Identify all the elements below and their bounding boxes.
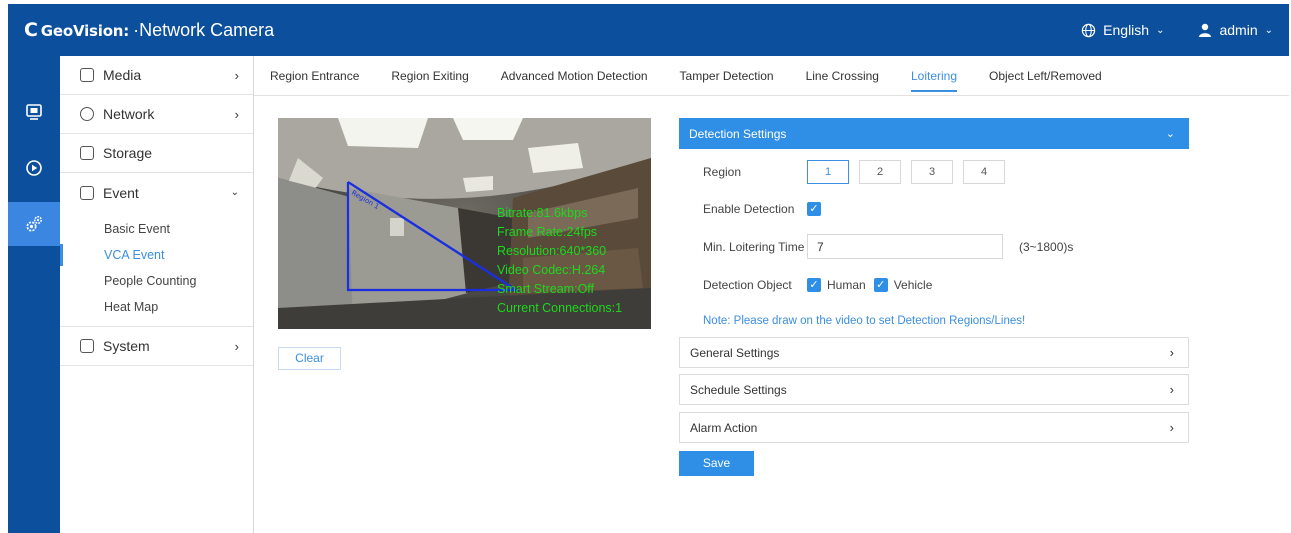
playback-icon xyxy=(26,160,42,176)
chevron-right-icon: › xyxy=(1169,420,1174,435)
osd-line: Frame Rate:24fps xyxy=(497,225,598,239)
sidebar-item-system[interactable]: System › xyxy=(60,327,253,366)
sidebar-item-label: Storage xyxy=(103,145,153,161)
video-osd: Bitrate:81.6kbps Frame Rate:24fps Resolu… xyxy=(497,204,622,318)
osd-line: Bitrate:81.6kbps xyxy=(497,206,588,220)
section-title: General Settings xyxy=(690,345,780,360)
clear-button[interactable]: Clear xyxy=(278,347,341,370)
region-label-text: Region xyxy=(703,165,742,179)
detection-object-row: Detection Object ✓ Human ✓ Vehicle xyxy=(703,278,932,292)
settings-panel: Detection Settings ⌄ Region 1 2 3 4 Enab… xyxy=(679,118,1189,476)
event-submenu: Basic Event VCA Event People Counting He… xyxy=(60,212,253,327)
human-checkbox[interactable]: ✓ xyxy=(807,278,821,292)
brand: C GeoVision: ·Network Camera xyxy=(24,19,274,41)
app-title: ·Network Camera xyxy=(133,19,275,40)
vca-tabs: Region Entrance Region Exiting Advanced … xyxy=(254,56,1289,96)
schedule-settings-header[interactable]: Schedule Settings › xyxy=(679,374,1189,405)
sidebar-subitem-vca-event[interactable]: VCA Event xyxy=(60,242,253,268)
top-bar: C GeoVision: ·Network Camera English ⌄ ad… xyxy=(8,4,1289,56)
event-icon xyxy=(80,185,94,200)
sidebar-item-media[interactable]: Media › xyxy=(60,56,253,95)
language-label: English xyxy=(1103,22,1150,38)
sidebar-item-label: Event xyxy=(103,184,139,201)
enable-detection-checkbox[interactable]: ✓ xyxy=(807,202,821,216)
chevron-right-icon: › xyxy=(1169,345,1174,360)
min-loitering-row: Min. Loitering Time (3~1800)s xyxy=(703,234,1073,259)
section-title: Detection Settings xyxy=(689,126,787,141)
osd-line: Video Codec:H.264 xyxy=(497,263,606,277)
detection-settings-header[interactable]: Detection Settings ⌄ xyxy=(679,118,1189,149)
network-icon xyxy=(80,107,94,121)
user-label: admin xyxy=(1219,22,1258,38)
osd-line: Current Connections:1 xyxy=(497,301,623,315)
sidebar-item-label: Network xyxy=(103,106,155,122)
vehicle-checkbox[interactable]: ✓ xyxy=(873,278,888,292)
tab-line-crossing[interactable]: Line Crossing xyxy=(806,56,879,96)
sidebar-item-label: Media xyxy=(103,67,142,83)
media-icon xyxy=(80,68,94,82)
tab-advanced-motion-detection[interactable]: Advanced Motion Detection xyxy=(501,56,648,96)
chevron-down-icon: ⌄ xyxy=(1156,24,1165,36)
chevron-down-icon: ⌄ xyxy=(230,187,239,198)
globe-icon xyxy=(1081,23,1096,37)
chevron-right-icon: › xyxy=(234,338,239,354)
tab-loitering[interactable]: Loitering xyxy=(910,56,958,96)
live-view-icon xyxy=(26,104,42,120)
osd-line: Resolution:640*360 xyxy=(497,244,607,258)
draw-note: Note: Please draw on the video to set De… xyxy=(703,315,1026,327)
sidebar-item-label: System xyxy=(103,338,150,354)
tab-object-left-removed[interactable]: Object Left/Removed xyxy=(989,56,1102,96)
human-label: Human xyxy=(827,278,866,292)
system-icon xyxy=(80,339,94,353)
storage-icon xyxy=(80,146,94,160)
rail-playback[interactable] xyxy=(8,148,60,188)
sidebar-subitem-people-counting[interactable]: People Counting xyxy=(60,268,253,294)
save-button[interactable]: Save xyxy=(679,451,754,476)
sidebar-subitem-basic-event[interactable]: Basic Event xyxy=(60,216,253,242)
window-edge xyxy=(0,0,8,533)
chevron-right-icon: › xyxy=(234,67,239,83)
vehicle-label: Vehicle xyxy=(893,278,933,292)
settings-icon xyxy=(26,216,42,232)
user-menu[interactable]: admin ⌄ xyxy=(1198,22,1273,38)
icon-rail xyxy=(8,56,60,533)
language-selector[interactable]: English ⌄ xyxy=(1081,22,1164,38)
alarm-action-header[interactable]: Alarm Action › xyxy=(679,412,1189,443)
geovision-logo: C GeoVision: xyxy=(24,19,130,41)
region-button-4[interactable]: 4 xyxy=(963,160,1005,184)
min-loitering-label: Min. Loitering Time xyxy=(703,239,805,254)
tab-region-exiting[interactable]: Region Exiting xyxy=(391,56,468,96)
sidebar-item-storage[interactable]: Storage xyxy=(60,134,253,173)
tab-region-entrance[interactable]: Region Entrance xyxy=(270,56,359,96)
user-icon xyxy=(1199,23,1212,37)
enable-detection-row: Enable Detection ✓ xyxy=(703,202,821,216)
min-loitering-input[interactable] xyxy=(807,234,1003,259)
osd-line: Smart Stream:Off xyxy=(497,282,595,296)
chevron-down-icon: ⌄ xyxy=(1165,128,1175,140)
enable-detection-label: Enable Detection xyxy=(703,202,795,216)
settings-sidebar: Media › Network › Storage Event ⌄ Basic … xyxy=(60,56,254,533)
section-title: Alarm Action xyxy=(690,420,758,435)
rail-live-view[interactable] xyxy=(8,92,60,132)
general-settings-header[interactable]: General Settings › xyxy=(679,337,1189,368)
region-button-1[interactable]: 1 xyxy=(807,160,849,184)
chevron-right-icon: › xyxy=(1169,382,1174,397)
section-title: Schedule Settings xyxy=(690,382,787,397)
sidebar-item-network[interactable]: Network › xyxy=(60,95,253,134)
video-preview[interactable]: Region 1 Bitrate:81.6kbps Frame Rate:24f… xyxy=(278,118,651,329)
region-row: Region 1 2 3 4 xyxy=(703,160,1015,184)
rail-settings[interactable] xyxy=(8,202,60,246)
chevron-down-icon: ⌄ xyxy=(1264,24,1273,36)
region-button-3[interactable]: 3 xyxy=(911,160,953,184)
detection-object-label: Detection Object xyxy=(703,278,792,292)
top-right-controls: English ⌄ admin ⌄ xyxy=(1081,22,1273,38)
tab-tamper-detection[interactable]: Tamper Detection xyxy=(680,56,774,96)
sidebar-subitem-heat-map[interactable]: Heat Map xyxy=(60,294,253,320)
chevron-right-icon: › xyxy=(234,106,239,122)
sidebar-item-event[interactable]: Event ⌄ xyxy=(60,173,253,212)
region-button-2[interactable]: 2 xyxy=(859,160,901,184)
min-loitering-range: (3~1800)s xyxy=(1019,239,1074,254)
